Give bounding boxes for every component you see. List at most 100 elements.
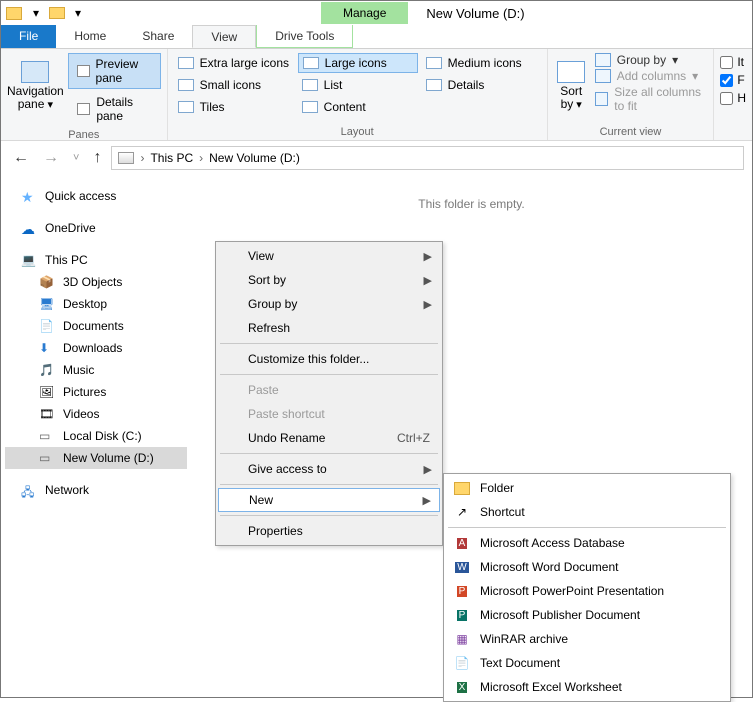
- layout-content[interactable]: Content: [298, 97, 418, 117]
- add-columns-button[interactable]: Add columns ▾: [595, 69, 708, 83]
- ctx-view[interactable]: View▶: [218, 244, 440, 268]
- ctx-new-excel[interactable]: Microsoft Excel Worksheet: [446, 675, 728, 699]
- ctx-new-folder[interactable]: Folder: [446, 476, 728, 500]
- access-icon: [454, 535, 470, 551]
- context-submenu-new: Folder Shortcut Microsoft Access Databas…: [443, 473, 731, 702]
- chevron-right-icon: ▶: [424, 463, 432, 476]
- up-button[interactable]: ↑: [89, 149, 105, 167]
- layout-extra-large-icons[interactable]: Extra large icons: [174, 53, 294, 73]
- check-hidden-items[interactable]: H: [720, 91, 746, 105]
- ctx-new-text[interactable]: Text Document: [446, 651, 728, 675]
- nav-documents[interactable]: Documents: [5, 315, 187, 337]
- folder-open-icon: [49, 7, 65, 19]
- nav-onedrive[interactable]: OneDrive: [5, 217, 187, 239]
- add-columns-icon: [595, 69, 611, 83]
- nav-local-disk-c[interactable]: Local Disk (C:): [5, 425, 187, 447]
- group-by-icon: [595, 53, 611, 67]
- layout-large-icons[interactable]: Large icons: [298, 53, 418, 73]
- nav-desktop[interactable]: Desktop: [5, 293, 187, 315]
- text-icon: [454, 655, 470, 671]
- nav-quick-access[interactable]: Quick access: [5, 185, 187, 207]
- ctx-sort-by[interactable]: Sort by▶: [218, 268, 440, 292]
- network-icon: [21, 483, 37, 497]
- nav-pictures[interactable]: Pictures: [5, 381, 187, 403]
- breadcrumb-this-pc[interactable]: This PC: [150, 151, 193, 165]
- tab-file[interactable]: File: [1, 25, 56, 48]
- ctx-refresh[interactable]: Refresh: [218, 316, 440, 340]
- tab-share[interactable]: Share: [124, 25, 192, 48]
- recent-dropdown[interactable]: ˅: [69, 152, 83, 164]
- music-icon: [39, 363, 55, 377]
- chevron-icon[interactable]: ›: [140, 151, 144, 165]
- ctx-customize-folder[interactable]: Customize this folder...: [218, 347, 440, 371]
- check-file-extensions[interactable]: F: [720, 73, 746, 87]
- size-columns-button[interactable]: Size all columns to fit: [595, 85, 708, 113]
- chevron-right-icon: ▶: [424, 298, 432, 311]
- separator: [220, 484, 438, 485]
- ctx-new-winrar[interactable]: WinRAR archive: [446, 627, 728, 651]
- breadcrumb-volume[interactable]: New Volume (D:): [209, 151, 300, 165]
- nav-new-volume-d[interactable]: New Volume (D:): [5, 447, 187, 469]
- pc-icon: [21, 253, 37, 267]
- word-icon: [454, 559, 470, 575]
- ctx-give-access-to[interactable]: Give access to▶: [218, 457, 440, 481]
- ctx-new-word[interactable]: Microsoft Word Document: [446, 555, 728, 579]
- folder-icon: [454, 480, 470, 496]
- group-label-current-view: Current view: [554, 126, 708, 138]
- size-columns-icon: [595, 92, 609, 106]
- title-bar: ▾ ▾ Manage New Volume (D:): [1, 1, 752, 25]
- navigation-pane-button[interactable]: Navigation pane ▾: [7, 53, 64, 119]
- group-by-button[interactable]: Group by ▾: [595, 53, 708, 67]
- ctx-paste-shortcut: Paste shortcut: [218, 402, 440, 426]
- ctx-new-access[interactable]: Microsoft Access Database: [446, 531, 728, 555]
- navigation-tree: Quick access OneDrive This PC 3D Objects…: [1, 175, 191, 697]
- layout-tiles[interactable]: Tiles: [174, 97, 294, 117]
- qat-dropdown-icon[interactable]: ▾: [27, 4, 45, 22]
- context-menu: View▶ Sort by▶ Group by▶ Refresh Customi…: [215, 241, 443, 546]
- sort-by-button[interactable]: Sort by ▾: [554, 53, 589, 119]
- shortcut-label: Ctrl+Z: [397, 431, 430, 445]
- layout-small-icons[interactable]: Small icons: [174, 75, 294, 95]
- chevron-icon[interactable]: ›: [199, 151, 203, 165]
- ctx-new-shortcut[interactable]: Shortcut: [446, 500, 728, 524]
- details-pane-button[interactable]: Details pane: [68, 91, 161, 127]
- tab-home[interactable]: Home: [56, 25, 124, 48]
- window-title: New Volume (D:): [426, 6, 524, 21]
- contextual-tab-manage[interactable]: Manage: [321, 2, 408, 24]
- layout-details[interactable]: Details: [422, 75, 542, 95]
- document-icon: [39, 319, 55, 333]
- download-icon: [39, 341, 55, 355]
- separator: [448, 527, 726, 528]
- preview-pane-icon: [77, 65, 90, 77]
- nav-3d-objects[interactable]: 3D Objects: [5, 271, 187, 293]
- address-bar[interactable]: › This PC › New Volume (D:): [111, 146, 744, 170]
- ctx-new-powerpoint[interactable]: Microsoft PowerPoint Presentation: [446, 579, 728, 603]
- check-item-checkboxes[interactable]: It: [720, 55, 746, 69]
- desktop-icon: [39, 297, 55, 311]
- ctx-properties[interactable]: Properties: [218, 519, 440, 543]
- back-button[interactable]: ←: [9, 149, 33, 167]
- layout-medium-icons[interactable]: Medium icons: [422, 53, 542, 73]
- ctx-new[interactable]: New▶: [218, 488, 440, 512]
- tab-drive-tools[interactable]: Drive Tools: [256, 25, 353, 48]
- qat-overflow-icon[interactable]: ▾: [69, 4, 87, 22]
- forward-button[interactable]: →: [39, 149, 63, 167]
- nav-music[interactable]: Music: [5, 359, 187, 381]
- tab-view[interactable]: View: [192, 25, 256, 48]
- nav-downloads[interactable]: Downloads: [5, 337, 187, 359]
- drive-icon: [118, 152, 134, 164]
- layout-list[interactable]: List: [298, 75, 418, 95]
- publisher-icon: [454, 607, 470, 623]
- ctx-undo-rename[interactable]: Undo RenameCtrl+Z: [218, 426, 440, 450]
- ctx-new-publisher[interactable]: Microsoft Publisher Document: [446, 603, 728, 627]
- excel-icon: [454, 679, 470, 695]
- nav-toolbar: ← → ˅ ↑ › This PC › New Volume (D:): [1, 141, 752, 175]
- nav-this-pc[interactable]: This PC: [5, 249, 187, 271]
- ctx-group-by[interactable]: Group by▶: [218, 292, 440, 316]
- navigation-pane-icon: [21, 61, 49, 83]
- details-pane-icon: [77, 103, 91, 115]
- nav-network[interactable]: Network: [5, 479, 187, 501]
- nav-videos[interactable]: Videos: [5, 403, 187, 425]
- preview-pane-button[interactable]: Preview pane: [68, 53, 161, 89]
- winrar-icon: [454, 631, 470, 647]
